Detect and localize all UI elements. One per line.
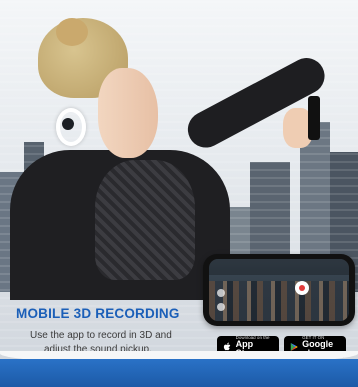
phone-screen: [209, 259, 349, 321]
record-dot: [299, 285, 305, 291]
screen-scene: [209, 281, 349, 321]
screen-control-icon[interactable]: [217, 289, 225, 297]
page-title: MOBILE 3D RECORDING: [16, 306, 180, 321]
screen-control-icon[interactable]: [217, 303, 225, 311]
held-phone: [308, 96, 320, 140]
promo-banner: MOBILE 3D RECORDING Use the app to recor…: [0, 0, 358, 387]
earbud-icon: [62, 118, 74, 130]
hair-bun: [56, 18, 88, 46]
record-button-icon[interactable]: [295, 281, 309, 295]
face: [98, 68, 158, 158]
description-line-1: Use the app to record in 3D and: [30, 330, 172, 341]
scarf: [95, 160, 195, 280]
phone-mockup: [203, 254, 355, 326]
screen-toolbar: [209, 259, 349, 275]
bottom-wave: [0, 359, 358, 387]
